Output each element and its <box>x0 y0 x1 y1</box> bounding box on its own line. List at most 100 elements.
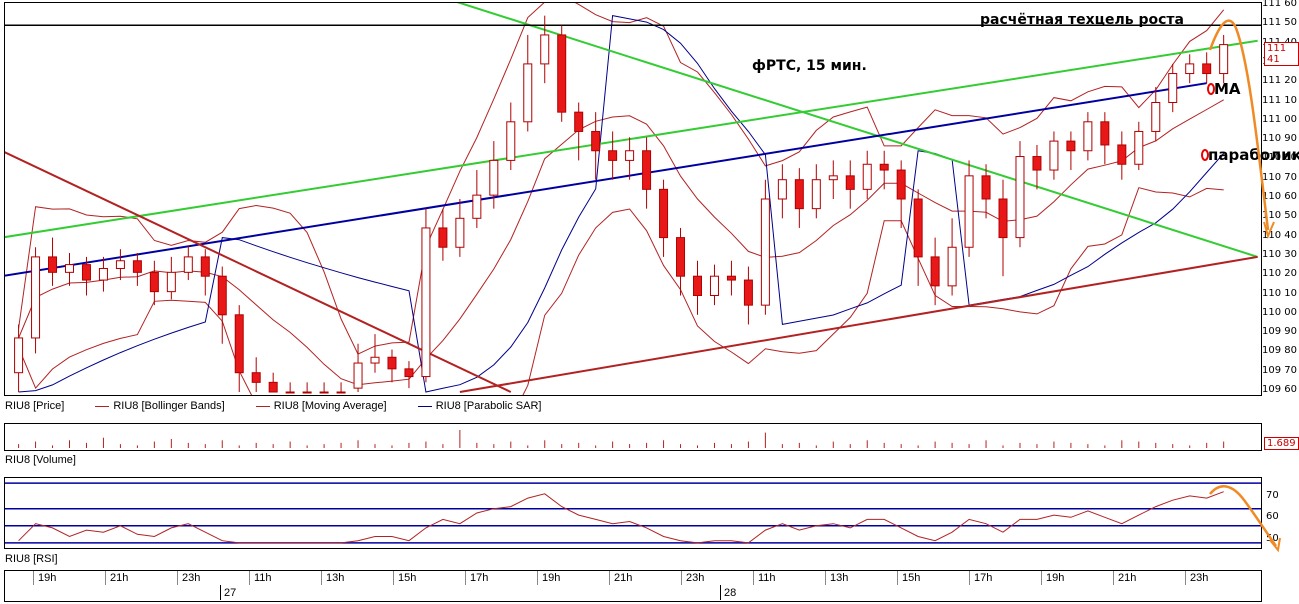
hour-tick <box>465 571 466 585</box>
hour-label: 23h <box>686 572 705 584</box>
candle-body <box>879 163 889 171</box>
hour-label: 13h <box>830 572 849 584</box>
candle-body <box>98 267 108 281</box>
hour-tick <box>1041 571 1042 585</box>
price-tick-label: 111 10 <box>1262 94 1297 106</box>
price-legend: RIU8 [Price] RIU8 [Bollinger Bands] RIU8… <box>5 400 569 412</box>
price-tick-label: 111 20 <box>1262 75 1297 87</box>
price-tick-label: 109 90 <box>1262 326 1297 338</box>
date-tick <box>220 585 221 600</box>
candle-body <box>659 188 669 239</box>
hour-label: 23h <box>182 572 201 584</box>
target-annotation: расчётная техцель роста <box>980 12 1184 28</box>
volume-legend: RIU8 [Volume] <box>5 454 76 466</box>
candle-body <box>1168 73 1178 104</box>
rsi-axis: 70 60 50 <box>1260 477 1299 547</box>
candle-body <box>1185 63 1195 75</box>
candle-body <box>387 356 397 370</box>
hour-tick <box>753 571 754 585</box>
candle-body <box>947 246 957 287</box>
candle-body <box>608 150 618 161</box>
candle-body <box>319 391 329 394</box>
hour-label: 17h <box>974 572 993 584</box>
blue-trend-line <box>5 82 1207 277</box>
candle-body <box>998 198 1008 239</box>
candle-body <box>14 337 24 374</box>
price-tick-label: 110 50 <box>1262 210 1297 222</box>
candle-body <box>285 391 295 394</box>
chart-title: фРТС, 15 мин. <box>752 58 867 74</box>
volume-badge: 1.689 <box>1264 437 1299 450</box>
price-pane[interactable] <box>4 2 1262 396</box>
candle-body <box>268 381 278 393</box>
rsi-chart[interactable] <box>5 478 1261 548</box>
candle-body <box>828 175 838 181</box>
hour-tick <box>609 571 610 585</box>
price-tick-label: 109 80 <box>1262 345 1297 357</box>
candle-body <box>540 34 550 65</box>
hour-label: 17h <box>470 572 489 584</box>
candle-body <box>523 63 533 123</box>
volume-chart[interactable] <box>5 424 1261 450</box>
candle-body <box>64 264 74 273</box>
candle-body <box>642 150 652 190</box>
rsi-tick-label: 70 <box>1266 490 1279 502</box>
candle-body <box>692 275 702 297</box>
candle-body <box>760 198 770 306</box>
candle-body <box>964 175 974 248</box>
price-tick-label: 110 60 <box>1262 191 1297 202</box>
candle-body <box>455 217 465 248</box>
candle-body <box>489 159 499 196</box>
candle-body <box>48 256 58 273</box>
rsi-pane[interactable] <box>4 477 1262 549</box>
price-tick-label: 110 00 <box>1262 306 1297 318</box>
candle-body <box>1100 121 1110 146</box>
candle-body <box>1083 121 1093 152</box>
candle-body <box>1066 140 1076 152</box>
candle-body <box>166 271 176 293</box>
price-tick-label: 111 00 <box>1262 113 1297 125</box>
candle-body <box>149 271 159 293</box>
rsi-tick-label: 50 <box>1266 532 1279 544</box>
volume-pane[interactable] <box>4 423 1262 451</box>
candle-body <box>506 121 516 161</box>
hour-label: 21h <box>614 572 633 584</box>
price-tick-label: 109 60 <box>1262 384 1297 395</box>
candle-body <box>862 163 872 190</box>
hour-tick <box>537 571 538 585</box>
hour-tick <box>1113 571 1114 585</box>
candle-body <box>132 260 142 273</box>
candle-body <box>625 150 635 161</box>
hour-label: 15h <box>398 572 417 584</box>
hour-tick <box>681 571 682 585</box>
candle-body <box>438 227 448 248</box>
candle-body <box>421 227 431 378</box>
hour-label: 21h <box>110 572 129 584</box>
candle-body <box>557 34 567 113</box>
hour-label: 15h <box>902 572 921 584</box>
candle-body <box>777 179 787 200</box>
price-tick-label: 109 70 <box>1262 364 1297 376</box>
last-price-badge: 111 41 <box>1264 42 1299 66</box>
hour-tick <box>105 571 106 585</box>
rsi-tick-label: 60 <box>1266 511 1279 523</box>
candle-body <box>31 256 41 339</box>
legend-bollinger: RIU8 [Bollinger Bands] <box>95 400 225 412</box>
ma-annotation: MA <box>1214 80 1241 98</box>
candle-body <box>217 275 227 316</box>
candle-body <box>1202 63 1212 75</box>
candle-body <box>302 391 312 394</box>
hour-tick <box>33 571 34 585</box>
candle-body <box>472 194 482 219</box>
candle-body <box>336 391 346 394</box>
rsi-line <box>18 491 1224 544</box>
time-axis: 19h 21h 23h 11h 13h 15h 17h 19h 21h 23h 11h 13h 15h 1… <box>4 570 1262 602</box>
candle-body <box>370 356 380 364</box>
candle-body <box>709 275 719 297</box>
hour-tick <box>321 571 322 585</box>
candle-body <box>845 175 855 190</box>
hour-tick <box>249 571 250 585</box>
price-chart[interactable] <box>5 3 1261 395</box>
candle-body <box>1049 140 1059 171</box>
price-tick-label: 110 70 <box>1262 171 1297 183</box>
